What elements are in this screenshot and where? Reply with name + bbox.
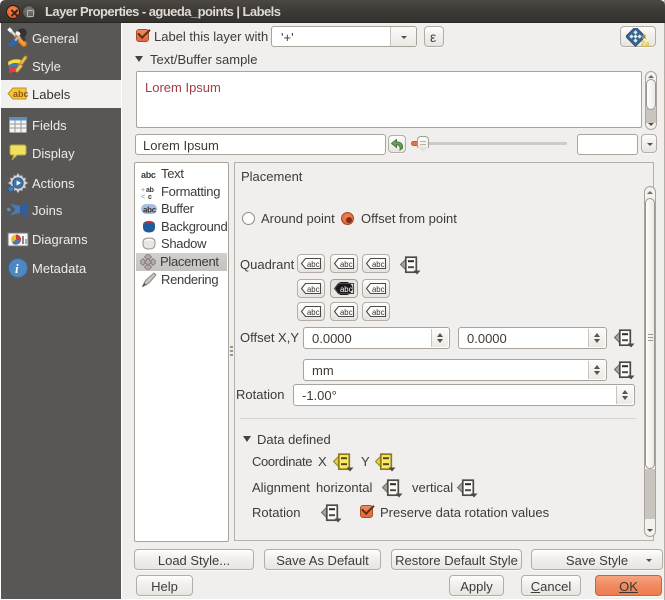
svg-text:i: i	[15, 261, 19, 276]
svg-text:abc: abc	[372, 308, 385, 317]
svg-text:abc: abc	[307, 260, 320, 269]
svg-text:abc: abc	[372, 285, 385, 294]
svg-text:c: c	[148, 194, 152, 200]
svg-text:abc: abc	[340, 308, 353, 317]
svg-text:abc: abc	[143, 206, 157, 215]
svg-text:abc: abc	[307, 285, 320, 294]
svg-text:abc: abc	[372, 260, 385, 269]
svg-text:abc: abc	[340, 260, 353, 269]
svg-text:2a: 2a	[641, 39, 650, 47]
svg-text:abc: abc	[13, 89, 29, 99]
svg-text:abc: abc	[340, 285, 353, 294]
svg-text:ab: ab	[146, 187, 154, 194]
svg-text:+: +	[141, 187, 145, 194]
svg-text:<: <	[141, 194, 145, 200]
svg-text:abc: abc	[307, 308, 320, 317]
svg-text:abc: abc	[141, 170, 156, 180]
